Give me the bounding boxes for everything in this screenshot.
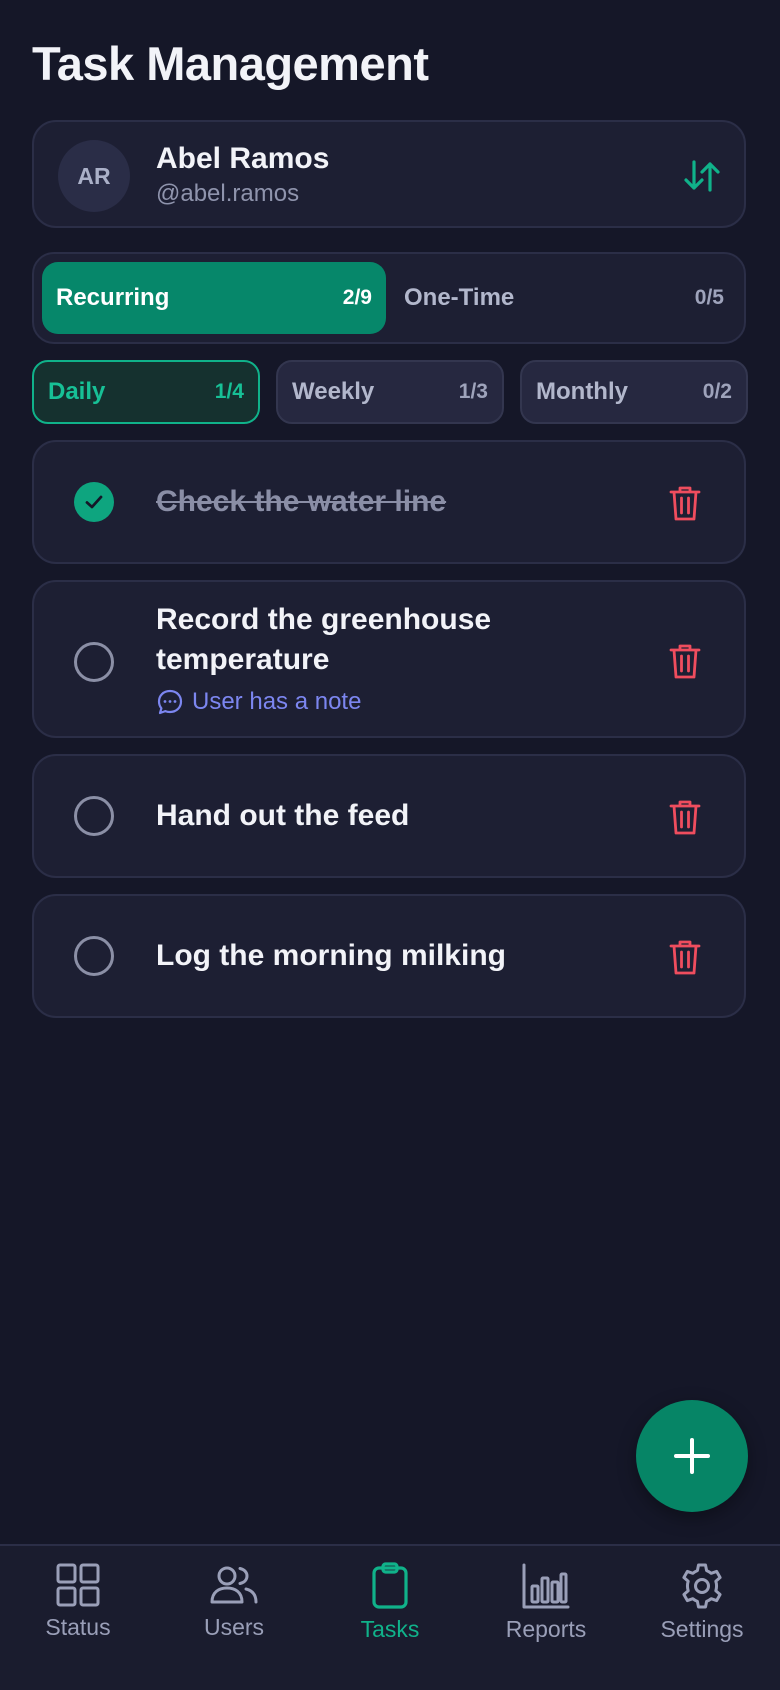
user-name: Abel Ramos <box>156 142 330 175</box>
nav-tasks-label: Tasks <box>360 1616 420 1642</box>
filter-monthly[interactable]: Monthly 0/2 <box>520 360 748 424</box>
task-note-link[interactable]: User has a note <box>156 688 361 716</box>
filter-monthly-count: 0/2 <box>702 380 732 403</box>
filter-monthly-label: Monthly <box>536 378 628 405</box>
nav-settings-label: Settings <box>660 1616 744 1642</box>
task-title-line1: Record the greenhouse <box>156 603 492 636</box>
task-type-segmented-control: Recurring 2/9 One-Time 0/5 <box>32 252 746 344</box>
nav-settings[interactable]: Settings <box>624 1562 780 1643</box>
nav-tasks[interactable]: Tasks <box>312 1562 468 1643</box>
trash-icon[interactable] <box>668 642 702 680</box>
users-icon <box>210 1566 258 1604</box>
task-title: Record the greenhouse temperature <box>156 600 491 680</box>
task-title-line2: temperature <box>156 643 330 676</box>
task-item: Check the water line <box>32 440 746 564</box>
nav-status[interactable]: Status <box>0 1562 156 1641</box>
check-icon <box>85 495 103 509</box>
task-title: Check the water line <box>156 485 447 518</box>
task-title: Log the morning milking <box>156 939 506 972</box>
filter-weekly[interactable]: Weekly 1/3 <box>276 360 504 424</box>
task-item: Hand out the feed <box>32 754 746 878</box>
user-card: AR Abel Ramos @abel.ramos <box>32 120 746 228</box>
bar-chart-icon <box>522 1563 570 1609</box>
task-checkbox[interactable] <box>74 796 114 836</box>
add-task-button[interactable] <box>636 1400 748 1512</box>
task-checkbox-checked[interactable] <box>74 482 114 522</box>
task-item: Record the greenhouse temperature User h… <box>32 580 746 738</box>
filter-daily[interactable]: Daily 1/4 <box>32 360 260 424</box>
chat-bubble-icon <box>157 689 183 715</box>
gear-icon <box>682 1563 722 1609</box>
task-note-label: User has a note <box>192 688 362 715</box>
nav-reports[interactable]: Reports <box>468 1562 624 1643</box>
plus-icon <box>674 1438 710 1474</box>
nav-reports-label: Reports <box>505 1616 587 1642</box>
segment-recurring-count: 2/9 <box>342 286 372 309</box>
filter-weekly-label: Weekly <box>292 378 375 405</box>
task-title: Hand out the feed <box>156 799 410 832</box>
segment-recurring[interactable]: Recurring 2/9 <box>42 262 386 334</box>
segment-recurring-label: Recurring <box>56 284 170 311</box>
filter-weekly-count: 1/3 <box>458 380 488 403</box>
trash-icon[interactable] <box>668 798 702 836</box>
segment-one-time[interactable]: One-Time 0/5 <box>390 262 738 334</box>
task-item: Log the morning milking <box>32 894 746 1018</box>
user-handle: @abel.ramos <box>156 180 300 207</box>
nav-users[interactable]: Users <box>156 1562 312 1641</box>
trash-icon[interactable] <box>668 938 702 976</box>
task-checkbox[interactable] <box>74 642 114 682</box>
grid-icon <box>56 1563 100 1607</box>
segment-one-time-label: One-Time <box>404 284 515 311</box>
bottom-nav: Status Users Tasks Reports Settings <box>0 1544 780 1690</box>
task-checkbox[interactable] <box>74 936 114 976</box>
trash-icon[interactable] <box>668 484 702 522</box>
segment-one-time-count: 0/5 <box>694 286 724 309</box>
clipboard-icon <box>372 1562 408 1609</box>
filter-daily-count: 1/4 <box>214 380 244 403</box>
avatar: AR <box>58 140 130 212</box>
nav-users-label: Users <box>203 1614 265 1640</box>
nav-status-label: Status <box>45 1614 111 1640</box>
page-title: Task Management <box>32 37 429 90</box>
sort-icon[interactable] <box>682 156 722 196</box>
filter-daily-label: Daily <box>48 378 106 405</box>
